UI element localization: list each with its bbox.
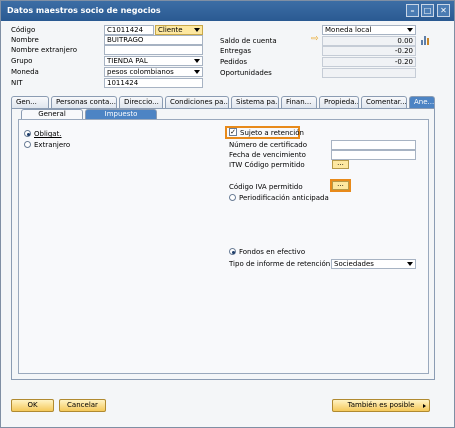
tipo-informe-select[interactable]: Sociedades xyxy=(331,259,416,269)
grupo-select[interactable]: TIENDA PAL xyxy=(104,56,203,66)
chevron-down-icon xyxy=(407,28,413,32)
entregas-label: Entregas xyxy=(220,47,252,55)
codigo-label: Código xyxy=(11,26,36,34)
fecha-venc-label: Fecha de vencimiento xyxy=(229,151,306,159)
oportunidades-label: Oportunidades xyxy=(220,69,272,77)
fondos-label: Fondos en efectivo xyxy=(239,248,306,256)
codigo-field[interactable]: C1011424 xyxy=(104,25,154,35)
tab-general[interactable]: Gen... xyxy=(11,96,49,108)
oportunidades-field xyxy=(322,68,416,78)
nombre-label: Nombre xyxy=(11,36,39,44)
num-cert-field[interactable] xyxy=(331,140,416,150)
tab-properties[interactable]: Propieda... xyxy=(319,96,359,108)
itw-label: ITW Código permitido xyxy=(229,161,305,169)
partner-type-select[interactable]: Cliente xyxy=(155,25,203,35)
title-bar: Datos maestros socio de negocios – □ ✕ xyxy=(1,1,454,21)
also-possible-button[interactable]: También es posible xyxy=(332,399,430,412)
nombre-field[interactable]: BUITRAGO xyxy=(104,35,203,45)
sujeto-checkbox[interactable]: ✓ xyxy=(229,128,237,136)
saldo-label: Saldo de cuenta xyxy=(220,37,277,45)
pedidos-label: Pedidos xyxy=(220,58,248,66)
nombre-extranjero-label: Nombre extranjero xyxy=(11,46,77,54)
tab-attachments[interactable]: Ane... xyxy=(409,96,435,108)
window-title: Datos maestros socio de negocios xyxy=(7,6,161,15)
tab-payment-terms[interactable]: Condiciones pa... xyxy=(165,96,229,108)
periodificacion-radio[interactable] xyxy=(229,194,236,201)
entregas-field: -0.20 xyxy=(322,46,416,56)
tab-addresses[interactable]: Direccio... xyxy=(119,96,163,108)
moneda-value: pesos colombianos xyxy=(107,68,174,76)
arrow-right-icon xyxy=(423,404,426,408)
moneda-select[interactable]: pesos colombianos xyxy=(104,67,203,77)
currency-view-value: Moneda local xyxy=(325,26,372,34)
tipo-informe-value: Sociedades xyxy=(334,260,374,268)
obligat-label: Obligat. xyxy=(34,130,62,138)
tab-accounting[interactable]: Finan... xyxy=(281,96,317,108)
sujeto-label: Sujeto a retención xyxy=(240,129,304,137)
grupo-label: Grupo xyxy=(11,57,33,65)
currency-view-select[interactable]: Moneda local xyxy=(322,25,416,35)
chevron-down-icon xyxy=(194,70,200,74)
chevron-down-icon xyxy=(407,262,413,266)
num-cert-label: Número de certificado xyxy=(229,141,308,149)
pedidos-field: -0.20 xyxy=(322,57,416,67)
moneda-label: Moneda xyxy=(11,68,39,76)
chevron-down-icon xyxy=(194,28,200,32)
cancel-button[interactable]: Cancelar xyxy=(59,399,106,412)
tab-remarks[interactable]: Comentar... xyxy=(361,96,407,108)
partner-type-value: Cliente xyxy=(158,26,183,34)
tipo-informe-label: Tipo de informe de retención xyxy=(229,260,331,268)
nombre-extranjero-field[interactable] xyxy=(104,45,203,55)
tab-payment-system[interactable]: Sistema pa... xyxy=(231,96,279,108)
close-button[interactable]: ✕ xyxy=(437,4,450,17)
minimize-button[interactable]: – xyxy=(406,4,419,17)
extranjero-radio[interactable] xyxy=(24,141,31,148)
maximize-button[interactable]: □ xyxy=(421,4,434,17)
fondos-radio[interactable] xyxy=(229,248,236,255)
periodificacion-label: Periodificación anticipada xyxy=(239,194,329,202)
chart-icon[interactable] xyxy=(421,36,430,45)
saldo-field: 0.00 xyxy=(322,36,416,46)
link-arrow-icon[interactable]: ⇨ xyxy=(311,35,319,44)
main-tabs: Gen... Personas conta... Direccio... Con… xyxy=(11,96,435,108)
obligat-radio[interactable] xyxy=(24,130,31,137)
ok-button[interactable]: OK xyxy=(11,399,54,412)
extranjero-label: Extranjero xyxy=(34,141,71,149)
chevron-down-icon xyxy=(194,59,200,63)
iva-label: Código IVA permitido xyxy=(229,183,303,191)
tab-contact-persons[interactable]: Personas conta... xyxy=(51,96,117,108)
business-partner-window: Datos maestros socio de negocios – □ ✕ C… xyxy=(0,0,455,428)
also-possible-label: También es posible xyxy=(347,401,415,409)
nit-field[interactable]: 1011424 xyxy=(104,78,203,88)
itw-browse-button[interactable]: ... xyxy=(332,160,349,169)
iva-browse-button[interactable]: ... xyxy=(332,181,349,190)
grupo-value: TIENDA PAL xyxy=(107,57,148,65)
nit-label: NIT xyxy=(11,79,23,87)
